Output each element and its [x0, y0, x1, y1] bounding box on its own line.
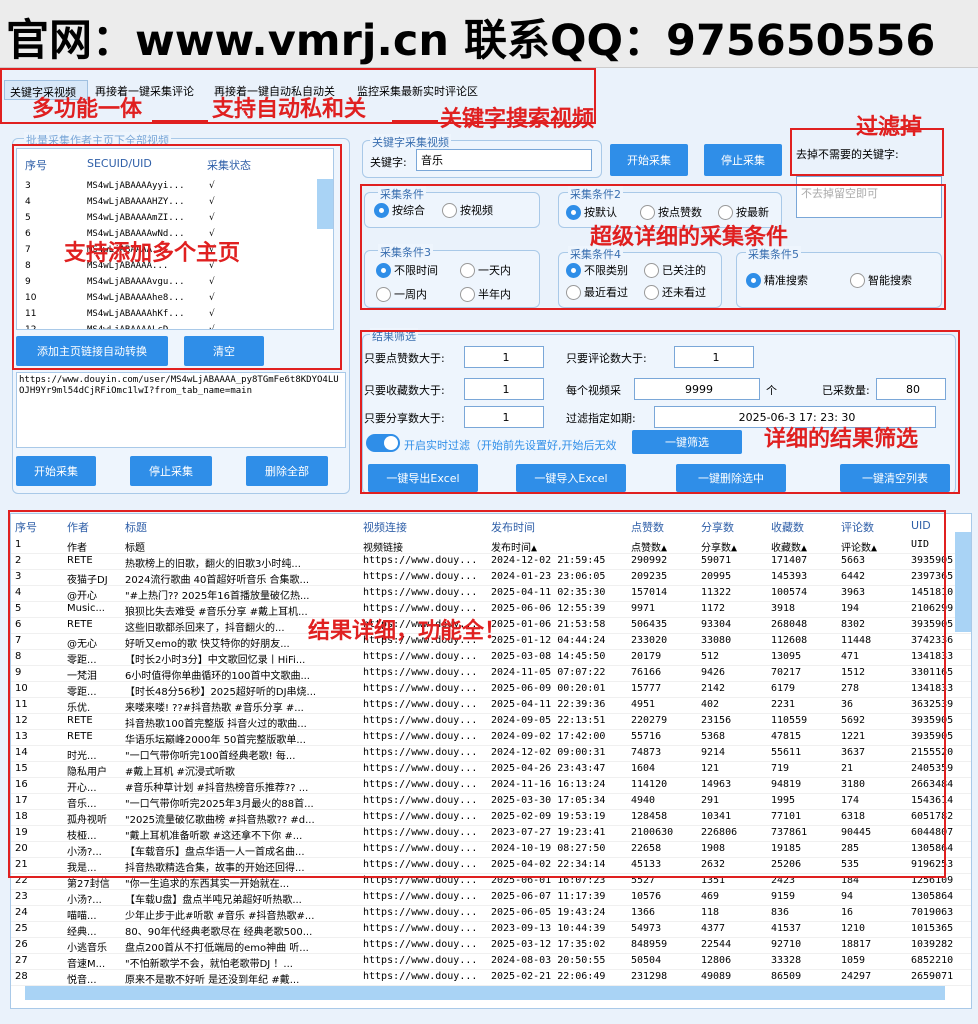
- cell-title: 少年止步于此#听歌 #音乐 #抖音热歌#...: [125, 911, 315, 922]
- cell-collects: 41537: [771, 923, 802, 934]
- annotation-auto: 支持自动私和关: [212, 97, 367, 122]
- cell-author: 小逃音乐: [67, 943, 107, 954]
- cell-collects: 836: [771, 907, 790, 918]
- delete-all-button[interactable]: 删除全部: [246, 456, 328, 486]
- annotation-multi: 多功能一体: [32, 97, 143, 122]
- annotation-keyword: 关键字搜索视频: [440, 107, 595, 132]
- cell-author: 音速M...: [67, 959, 106, 970]
- cell-collects: 92710: [771, 939, 802, 950]
- cell-no: 23: [15, 891, 28, 902]
- start-homepage-button[interactable]: 开始采集: [16, 456, 96, 486]
- stop-keyword-button[interactable]: 停止采集: [704, 144, 782, 176]
- annotation-result-detail: 结果详细，功能全！: [308, 619, 507, 644]
- annotation-conditions: 超级详细的采集条件: [590, 225, 789, 250]
- annotation-line: [392, 120, 438, 122]
- cell-author: 经典...: [67, 927, 97, 938]
- cell-author: 喵喵...: [67, 911, 97, 922]
- cell-likes: 1366: [631, 907, 656, 918]
- cell-link: https://www.douy...: [363, 891, 478, 902]
- cell-link: https://www.douy...: [363, 907, 478, 918]
- cell-comments: 1059: [841, 955, 866, 966]
- cell-likes: 50504: [631, 955, 662, 966]
- cell-collects: 9159: [771, 891, 796, 902]
- keyword-label: 关键字:: [370, 156, 407, 169]
- vertical-scrollbar[interactable]: [955, 532, 971, 632]
- cell-uid: 1039282: [911, 939, 954, 950]
- cell-likes: 231298: [631, 971, 668, 982]
- cell-title: 盘点200首从不打低端局的emo神曲 听...: [125, 943, 309, 954]
- cell-title: 【车载U盘】盘点半吨兄弟超好听热歌...: [125, 895, 302, 906]
- cell-shares: 49089: [701, 971, 732, 982]
- horizontal-scrollbar[interactable]: [25, 986, 945, 1000]
- cell-comments: 24297: [841, 971, 872, 982]
- cell-time: 2025-06-07 11:17:39: [491, 891, 606, 902]
- annotation-result-filter: 详细的结果筛选: [764, 427, 919, 452]
- highlight-filter: [360, 330, 960, 494]
- header-banner: 官网：www.vmrj.cn 联系QQ：975650556: [0, 0, 978, 68]
- cell-time: 2024-08-03 20:50:55: [491, 955, 606, 966]
- cell-no: 24: [15, 907, 28, 918]
- cell-shares: 22544: [701, 939, 732, 950]
- cell-link: https://www.douy...: [363, 939, 478, 950]
- table-row[interactable]: 26 小逃音乐 盘点200首从不打低端局的emo神曲 听... https://www…: [11, 938, 971, 954]
- cell-time: 2025-03-12 17:35:02: [491, 939, 606, 950]
- cell-shares: 469: [701, 891, 720, 902]
- keyword-input[interactable]: 音乐: [416, 149, 592, 171]
- table-row[interactable]: 25 经典... 80、90年代经典老歌尽在 经典老歌500... https://w…: [11, 922, 971, 938]
- cell-likes: 54973: [631, 923, 662, 934]
- cell-title: "不怕新歌学不会，就怕老歌带DJ ！...: [125, 959, 293, 970]
- cell-time: 2025-02-21 22:06:49: [491, 971, 606, 982]
- cell-shares: 12806: [701, 955, 732, 966]
- cell-uid: 2659071: [911, 971, 954, 982]
- table-row[interactable]: 28 悦音... 原来不是歌不好听 是还没到年纪 #戴... https://www.…: [11, 970, 971, 986]
- table-row[interactable]: 23 小汤?... 【车载U盘】盘点半吨兄弟超好听热歌... https://www.…: [11, 890, 971, 906]
- homepage-url-input[interactable]: https://www.douyin.com/user/MS4wLjABAAAA…: [16, 372, 346, 448]
- cell-comments: 94: [841, 891, 854, 902]
- cell-likes: 848959: [631, 939, 668, 950]
- annotation-homepage: 支持添加多个主页: [64, 241, 241, 266]
- cell-link: https://www.douy...: [363, 923, 478, 934]
- cell-author: 悦音...: [67, 975, 97, 986]
- keyword-group-title: 关键字采集视频: [370, 134, 451, 150]
- annotation-line: [152, 120, 208, 122]
- cell-likes: 10576: [631, 891, 662, 902]
- cell-link: https://www.douy...: [363, 971, 478, 982]
- cell-no: 26: [15, 939, 28, 950]
- cell-author: 小汤?...: [67, 895, 102, 906]
- table-row[interactable]: 27 音速M... "不怕新歌学不会，就怕老歌带DJ ！... https://www…: [11, 954, 971, 970]
- banner-text: 官网：www.vmrj.cn 联系QQ：975650556: [6, 16, 936, 66]
- cell-shares: 118: [701, 907, 720, 918]
- cell-uid: 1305864: [911, 891, 954, 902]
- cell-no: 25: [15, 923, 28, 934]
- cell-shares: 4377: [701, 923, 726, 934]
- cell-uid: 6852210: [911, 955, 954, 966]
- cell-collects: 33328: [771, 955, 802, 966]
- cell-comments: 16: [841, 907, 854, 918]
- cell-comments: 18817: [841, 939, 872, 950]
- cell-time: 2023-09-13 10:44:39: [491, 923, 606, 934]
- cell-no: 27: [15, 955, 28, 966]
- highlight-results: [8, 510, 946, 878]
- cell-collects: 86509: [771, 971, 802, 982]
- cell-link: https://www.douy...: [363, 955, 478, 966]
- cell-title: 80、90年代经典老歌尽在 经典老歌500...: [125, 927, 313, 938]
- stop-homepage-button[interactable]: 停止采集: [130, 456, 212, 486]
- cell-time: 2025-06-05 19:43:24: [491, 907, 606, 918]
- annotation-filter: 过滤掉: [856, 115, 923, 140]
- cell-comments: 1210: [841, 923, 866, 934]
- cell-no: 28: [15, 971, 28, 982]
- cell-uid: 1015365: [911, 923, 954, 934]
- table-row[interactable]: 24 喵喵... 少年止步于此#听歌 #音乐 #抖音热歌#... https://ww…: [11, 906, 971, 922]
- start-keyword-button[interactable]: 开始采集: [610, 144, 688, 176]
- cell-title: 原来不是歌不好听 是还没到年纪 #戴...: [125, 975, 300, 986]
- cell-uid: 7019063: [911, 907, 954, 918]
